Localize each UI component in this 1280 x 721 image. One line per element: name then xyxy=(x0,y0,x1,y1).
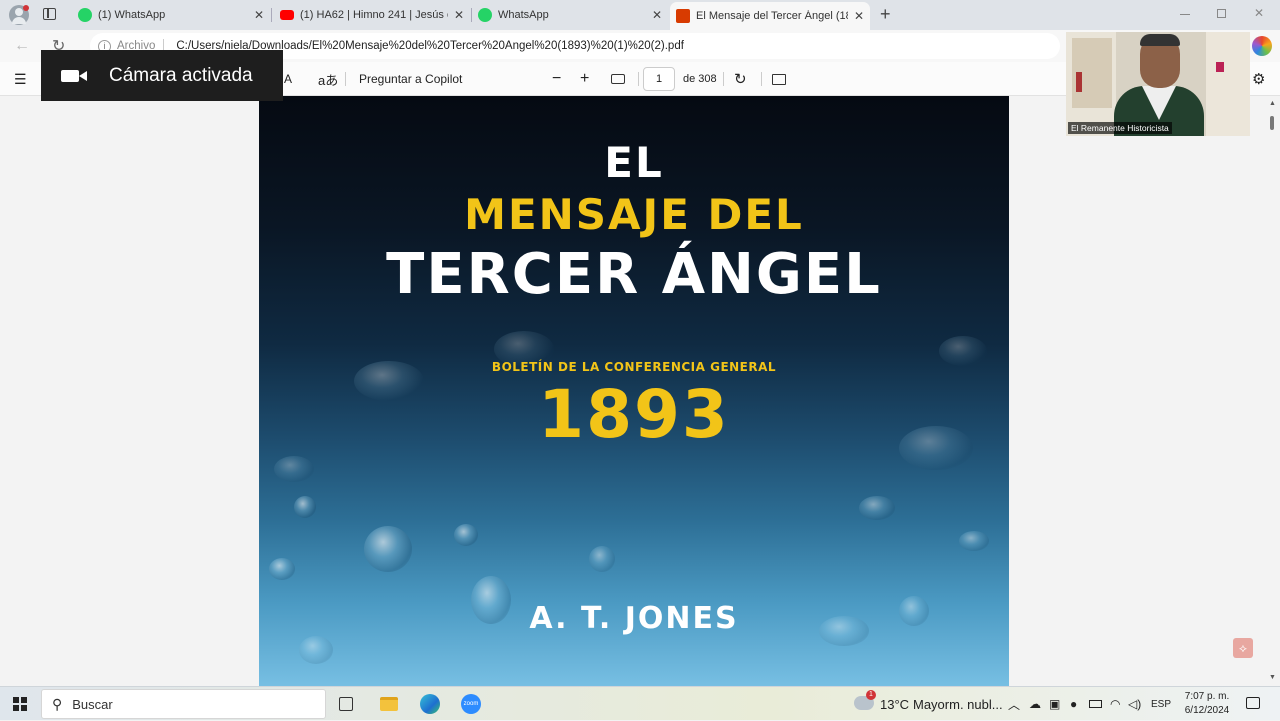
pdf-icon xyxy=(676,9,690,23)
contents-icon[interactable]: ☰ xyxy=(14,62,27,96)
minimize-icon[interactable] xyxy=(1180,14,1190,15)
clock[interactable]: 7:07 p. m. 6/12/2024 xyxy=(1180,690,1234,718)
weather-temp[interactable]: 13°C xyxy=(880,687,909,721)
profile-avatar[interactable] xyxy=(9,5,29,25)
page-number-input[interactable]: 1 xyxy=(643,67,675,91)
cover-subtitle: BOLETÍN DE LA CONFERENCIA GENERAL xyxy=(491,360,777,374)
webcam-feed[interactable]: El Remanente Historicista xyxy=(1066,32,1250,136)
microphone-icon[interactable]: ● xyxy=(1070,687,1077,721)
pdf-viewer[interactable]: EL MENSAJE DEL TERCER ÁNGEL BOLETÍN DE L… xyxy=(0,96,1280,686)
close-tab-icon[interactable]: ✕ xyxy=(854,9,864,23)
language-indicator[interactable]: ESP xyxy=(1151,687,1171,721)
weather-badge: 1 xyxy=(866,690,876,700)
clock-date: 6/12/2024 xyxy=(1184,705,1230,716)
cover-author: A. T. JONES xyxy=(529,601,739,636)
webcam-options-icon[interactable] xyxy=(1252,36,1272,56)
video-camera-icon xyxy=(61,68,87,84)
page-view-icon[interactable] xyxy=(772,62,786,96)
file-explorer-icon[interactable] xyxy=(380,697,398,711)
camera-label: Cámara activada xyxy=(109,64,253,86)
tray-chevron-icon[interactable]: ︿ xyxy=(1008,687,1020,721)
whatsapp-icon xyxy=(478,8,492,22)
device-icon[interactable]: ▣ xyxy=(1049,687,1060,721)
back-icon[interactable]: ← xyxy=(14,37,30,55)
page-total: de 308 xyxy=(683,73,717,85)
tab-title: WhatsApp xyxy=(498,9,549,21)
tab-whatsapp-1[interactable]: (1) WhatsApp ✕ xyxy=(72,3,270,27)
edge-icon[interactable] xyxy=(420,694,440,714)
zoom-icon[interactable]: zoom xyxy=(461,694,481,714)
pdf-fab-icon[interactable]: ⟡ xyxy=(1233,638,1253,658)
volume-icon[interactable]: ◁) xyxy=(1128,687,1141,721)
tab-title: El Mensaje del Tercer Ángel (189… xyxy=(696,10,848,22)
fit-width-icon[interactable] xyxy=(611,62,625,96)
onedrive-icon[interactable]: ☁ xyxy=(1029,687,1041,721)
wifi-icon[interactable]: ◠ xyxy=(1110,687,1120,721)
taskbar: ⚲ Buscar zoom 1 13°C Mayorm. nubl... ︿ ☁… xyxy=(0,686,1280,720)
cover-title-line3: TERCER ÁNGEL xyxy=(386,242,882,307)
settings-icon[interactable]: ⚙ xyxy=(1252,62,1265,96)
tab-whatsapp-2[interactable]: WhatsApp ✕ xyxy=(472,3,668,27)
close-tab-icon[interactable]: ✕ xyxy=(652,8,662,22)
tab-actions-icon[interactable] xyxy=(43,8,56,20)
cover-year: 1893 xyxy=(538,376,730,453)
webcam-name-label: El Remanente Historicista xyxy=(1068,122,1172,134)
read-aloud-icon[interactable]: A xyxy=(284,62,292,96)
close-tab-icon[interactable]: ✕ xyxy=(454,8,464,22)
cover-title-line2: MENSAJE DEL xyxy=(464,190,804,239)
whatsapp-icon xyxy=(78,8,92,22)
search-icon: ⚲ xyxy=(52,695,63,712)
restore-icon[interactable] xyxy=(1217,9,1226,18)
weather-desc[interactable]: Mayorm. nubl... xyxy=(913,687,1003,721)
task-view-icon[interactable] xyxy=(339,697,353,711)
pdf-page-cover: EL MENSAJE DEL TERCER ÁNGEL BOLETÍN DE L… xyxy=(259,96,1009,686)
zoom-in-icon[interactable]: + xyxy=(580,62,589,96)
clock-time: 7:07 p. m. xyxy=(1184,691,1230,702)
camera-notification: Cámara activada xyxy=(41,50,283,101)
tab-pdf-active[interactable]: El Mensaje del Tercer Ángel (189… ✕ xyxy=(670,2,870,30)
close-tab-icon[interactable]: ✕ xyxy=(254,8,264,22)
vertical-scrollbar[interactable]: ▲ ▼ xyxy=(1266,96,1278,686)
weather-icon[interactable]: 1 xyxy=(854,690,876,710)
battery-icon[interactable] xyxy=(1089,687,1102,721)
search-placeholder: Buscar xyxy=(72,696,113,712)
tab-strip: (1) WhatsApp ✕ (1) HA62 | Himno 241 | Je… xyxy=(0,0,1280,30)
tab-title: (1) HA62 | Himno 241 | Jesús es m xyxy=(300,9,448,21)
notification-icon[interactable] xyxy=(1246,697,1260,709)
copilot-button[interactable]: Preguntar a Copilot xyxy=(359,62,462,96)
new-tab-icon[interactable]: + xyxy=(880,5,891,23)
close-window-icon[interactable]: ✕ xyxy=(1254,6,1264,20)
windows-start-icon[interactable] xyxy=(13,697,27,711)
zoom-out-icon[interactable]: − xyxy=(552,62,561,96)
tab-youtube[interactable]: (1) HA62 | Himno 241 | Jesús es m ✕ xyxy=(274,3,470,27)
youtube-icon xyxy=(280,10,294,20)
rotate-icon[interactable]: ↻ xyxy=(734,62,747,96)
taskbar-search[interactable]: ⚲ Buscar xyxy=(41,689,326,719)
tab-title: (1) WhatsApp xyxy=(98,9,166,21)
cover-title-line1: EL xyxy=(604,138,664,187)
translate-icon[interactable]: aあ xyxy=(318,62,338,96)
